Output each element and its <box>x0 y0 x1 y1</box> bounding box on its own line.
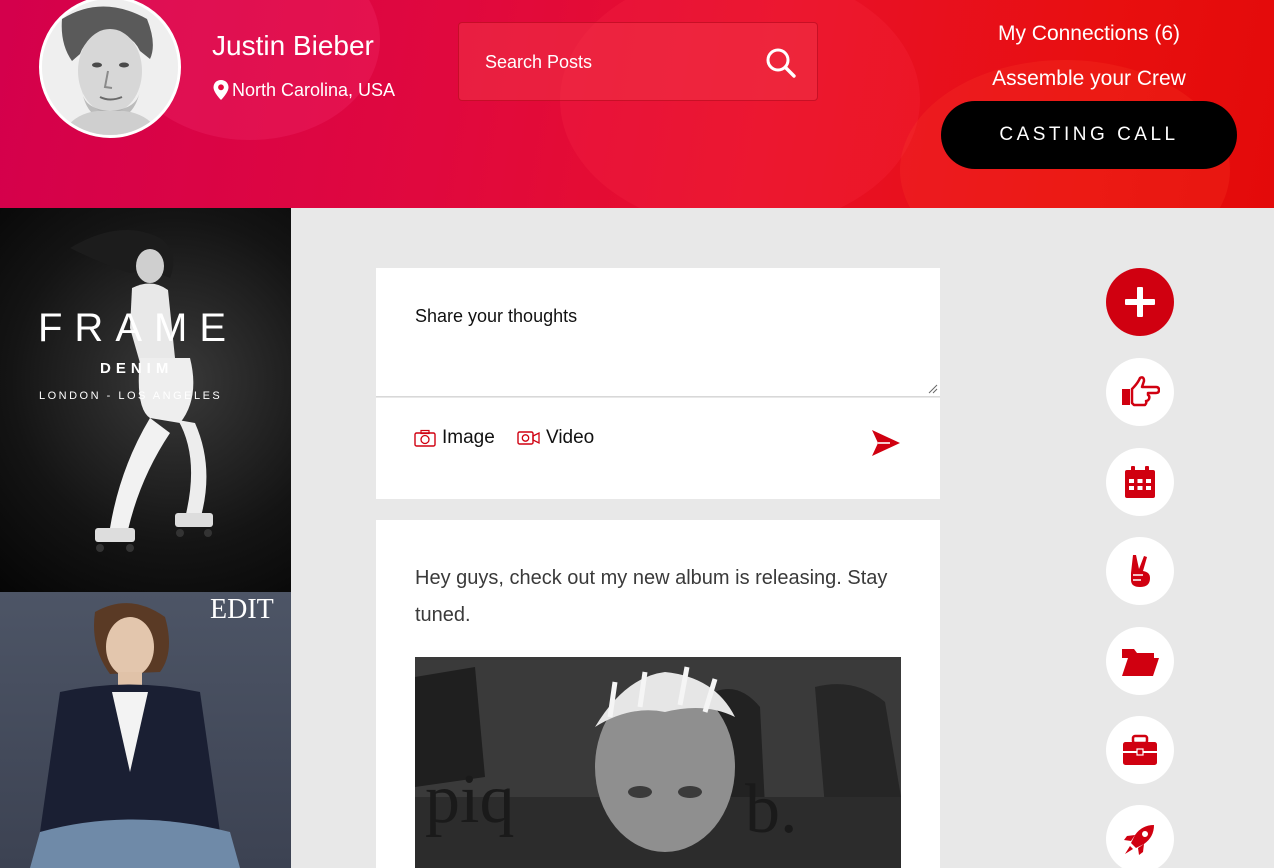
composer-actions: Image Video <box>376 398 940 499</box>
pointing-hand-button[interactable] <box>1106 358 1174 426</box>
briefcase-icon <box>1123 734 1157 765</box>
pointing-hand-icon <box>1122 376 1160 407</box>
calendar-icon <box>1125 466 1155 498</box>
post-card: Hey guys, check out my new album is rele… <box>376 520 940 868</box>
location-pin-icon <box>213 80 229 100</box>
profile-header: Justin Bieber North Carolina, USA My Con… <box>0 0 1274 208</box>
ad-banner-edit[interactable]: EDIT <box>0 592 291 868</box>
send-post-button[interactable] <box>870 427 902 459</box>
ad-banner-frame-denim[interactable]: FRAME DENIM LONDON - LOS ANGELES <box>0 208 291 592</box>
video-camera-icon <box>517 431 540 445</box>
my-connections-link[interactable]: My Connections (6) <box>941 22 1237 46</box>
post-text: Hey guys, check out my new album is rele… <box>415 567 888 626</box>
briefcase-button[interactable] <box>1106 716 1174 784</box>
folder-icon <box>1122 649 1159 676</box>
ad-model-image <box>30 603 240 868</box>
camera-icon <box>414 429 436 447</box>
profile-name: Justin Bieber <box>212 30 374 61</box>
search-button[interactable] <box>763 45 799 81</box>
assemble-crew-link[interactable]: Assemble your Crew <box>941 67 1237 91</box>
resize-grip-icon[interactable] <box>928 384 938 394</box>
svg-text:piq: piq <box>425 761 514 838</box>
ad-brand-title: FRAME <box>38 306 238 350</box>
ad-brand-cities: LONDON - LOS ANGELES <box>39 390 223 402</box>
profile-location: North Carolina, USA <box>212 79 395 101</box>
calendar-button[interactable] <box>1106 448 1174 516</box>
attach-video-label: Video <box>546 427 595 448</box>
post-image[interactable]: piq b. <box>415 657 901 868</box>
peace-hand-icon <box>1131 555 1150 587</box>
avatar[interactable] <box>39 0 181 138</box>
folder-button[interactable] <box>1106 627 1174 695</box>
rocket-icon <box>1124 825 1154 855</box>
search-box <box>458 22 818 101</box>
ad-brand-title: EDIT <box>210 594 274 625</box>
search-input[interactable] <box>485 49 745 75</box>
create-post-button[interactable] <box>1106 268 1174 336</box>
plus-icon <box>1125 287 1155 317</box>
casting-call-button[interactable]: CASTING CALL <box>941 101 1237 169</box>
ad-brand-subtitle: DENIM <box>100 360 174 377</box>
send-icon <box>872 430 900 456</box>
album-cover-image: piq b. <box>415 657 901 868</box>
attach-image-button[interactable]: Image <box>414 427 495 449</box>
attach-image-label: Image <box>442 427 495 448</box>
svg-text:b.: b. <box>745 771 798 848</box>
avatar-photo <box>42 0 178 135</box>
peace-hand-button[interactable] <box>1106 537 1174 605</box>
share-thoughts-input[interactable] <box>376 268 940 396</box>
attach-video-button[interactable]: Video <box>517 427 594 449</box>
rocket-button[interactable] <box>1106 805 1174 868</box>
search-icon <box>766 48 796 78</box>
composer <box>376 268 940 397</box>
profile-location-text: North Carolina, USA <box>232 79 396 100</box>
